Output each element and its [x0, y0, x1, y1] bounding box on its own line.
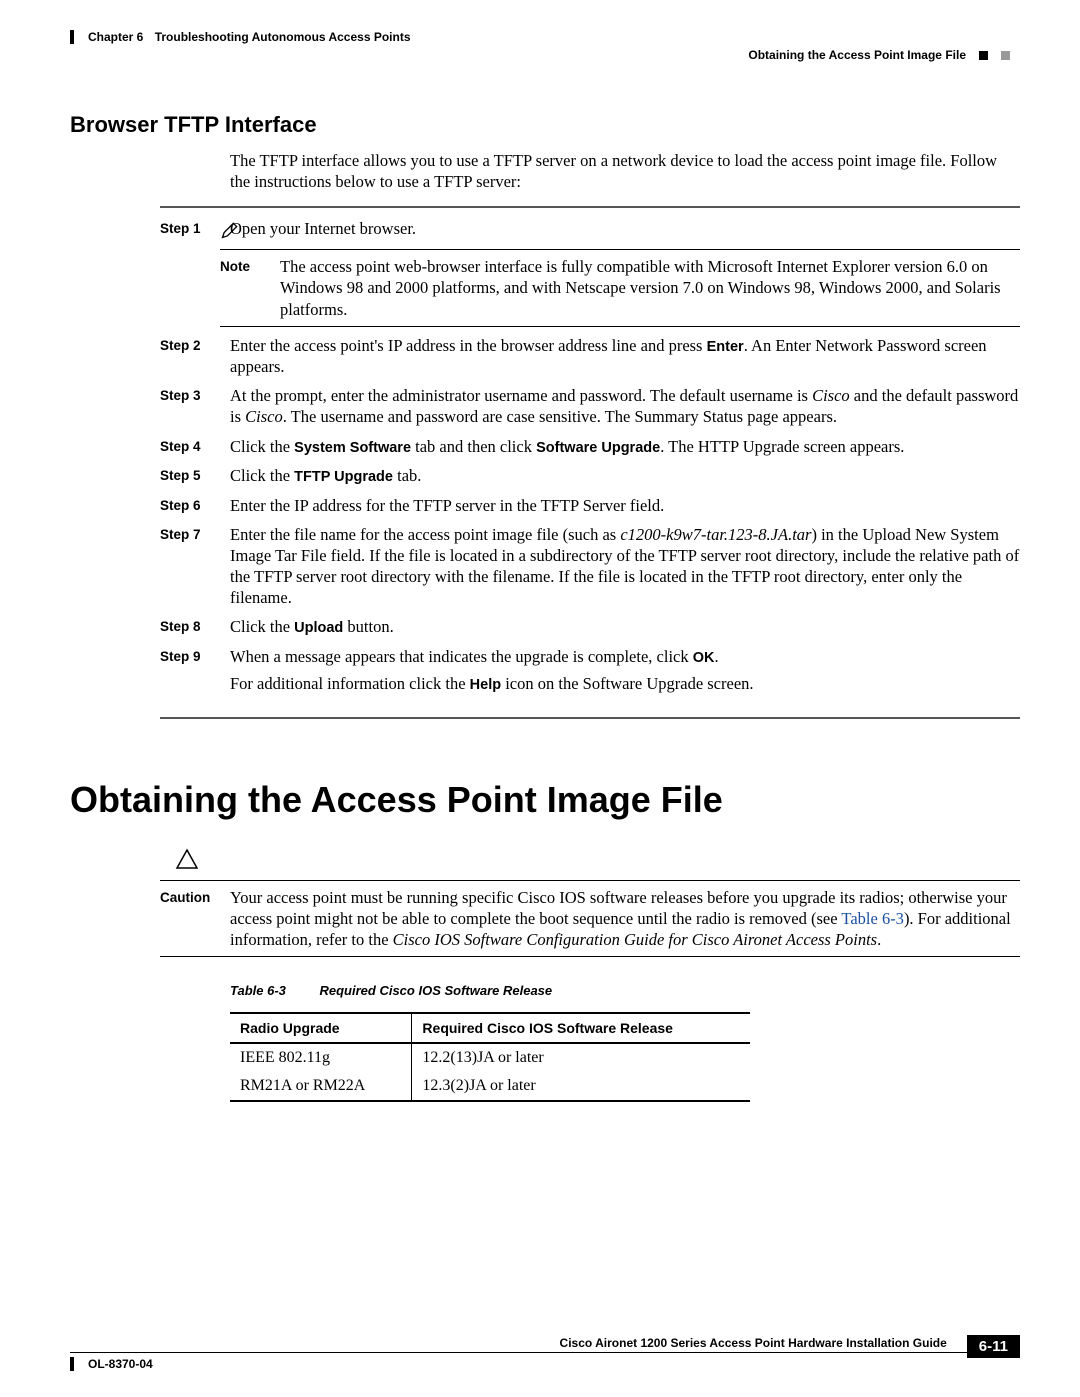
step-7: Step 7 Enter the file name for the acces… — [160, 524, 1020, 608]
footer-guide-title: Cisco Aironet 1200 Series Access Point H… — [560, 1336, 947, 1350]
pencil-icon — [220, 219, 240, 247]
step-text: Click the TFTP Upgrade tab. — [230, 465, 1020, 487]
step-label: Step 2 — [160, 335, 230, 378]
main-heading: Obtaining the Access Point Image File — [70, 779, 1020, 821]
doc-number: OL-8370-04 — [70, 1357, 153, 1371]
step-text: Enter the access point's IP address in t… — [230, 335, 1020, 378]
step-8: Step 8 Click the Upload button. — [160, 616, 1020, 638]
step-text: Click the System Software tab and then c… — [230, 436, 1020, 458]
col-radio-upgrade: Radio Upgrade — [230, 1013, 412, 1043]
intro-paragraph: The TFTP interface allows you to use a T… — [230, 150, 1020, 192]
caution-label: Caution — [160, 887, 230, 950]
step-2: Step 2 Enter the access point's IP addre… — [160, 335, 1020, 378]
table-header-row: Radio Upgrade Required Cisco IOS Softwar… — [230, 1013, 750, 1043]
requirements-table: Radio Upgrade Required Cisco IOS Softwar… — [230, 1012, 750, 1102]
chapter-number: Chapter 6 — [88, 30, 143, 44]
caution-text: Your access point must be running specif… — [230, 887, 1020, 950]
page-footer: Cisco Aironet 1200 Series Access Point H… — [70, 1327, 1020, 1371]
step-text: At the prompt, enter the administrator u… — [230, 385, 1020, 427]
step-label: Step 7 — [160, 524, 230, 608]
step-6: Step 6 Enter the IP address for the TFTP… — [160, 495, 1020, 516]
procedure-steps: Step 1 Open your Internet browser. Note … — [160, 206, 1020, 719]
section-title: Obtaining the Access Point Image File — [748, 48, 966, 62]
step-label: Step 6 — [160, 495, 230, 516]
step-label: Step 8 — [160, 616, 230, 638]
col-required-release: Required Cisco IOS Software Release — [412, 1013, 750, 1043]
caution-block: Caution Your access point must be runnin… — [160, 880, 1020, 957]
header-marker-icon — [979, 51, 988, 60]
step-4: Step 4 Click the System Software tab and… — [160, 436, 1020, 458]
subsection-heading: Browser TFTP Interface — [70, 112, 1020, 138]
table-title: Required Cisco IOS Software Release — [320, 983, 553, 998]
step-text: Enter the file name for the access point… — [230, 524, 1020, 608]
header-marker-icon — [1001, 51, 1010, 60]
step-label: Step 3 — [160, 385, 230, 427]
table-row: IEEE 802.11g 12.2(13)JA or later — [230, 1043, 750, 1072]
note-label: Note — [220, 256, 280, 319]
step-label: Step 5 — [160, 465, 230, 487]
step-1: Step 1 Open your Internet browser. Note … — [160, 218, 1020, 326]
table-number: Table 6-3 — [230, 983, 286, 998]
note-block: Note The access point web-browser interf… — [220, 249, 1020, 326]
warning-icon — [175, 847, 1020, 876]
table-reference-link[interactable]: Table 6-3 — [841, 909, 904, 928]
note-text: The access point web-browser interface i… — [280, 256, 1020, 319]
step-9: Step 9 When a message appears that indic… — [160, 646, 1020, 695]
table-caption: Table 6-3 Required Cisco IOS Software Re… — [230, 983, 1020, 998]
page-number: 6-11 — [967, 1335, 1020, 1358]
running-section: Obtaining the Access Point Image File — [70, 48, 1020, 62]
step-text: When a message appears that indicates th… — [230, 646, 1020, 695]
step-text: Open your Internet browser. — [230, 218, 1020, 239]
chapter-title: Troubleshooting Autonomous Access Points — [155, 30, 411, 44]
running-header: Chapter 6 Troubleshooting Autonomous Acc… — [70, 30, 1020, 44]
step-label: Step 9 — [160, 646, 230, 695]
step-text: Click the Upload button. — [230, 616, 1020, 638]
step-3: Step 3 At the prompt, enter the administ… — [160, 385, 1020, 427]
step-label: Step 4 — [160, 436, 230, 458]
step-text: Enter the IP address for the TFTP server… — [230, 495, 1020, 516]
step-5: Step 5 Click the TFTP Upgrade tab. — [160, 465, 1020, 487]
table-row: RM21A or RM22A 12.3(2)JA or later — [230, 1072, 750, 1101]
